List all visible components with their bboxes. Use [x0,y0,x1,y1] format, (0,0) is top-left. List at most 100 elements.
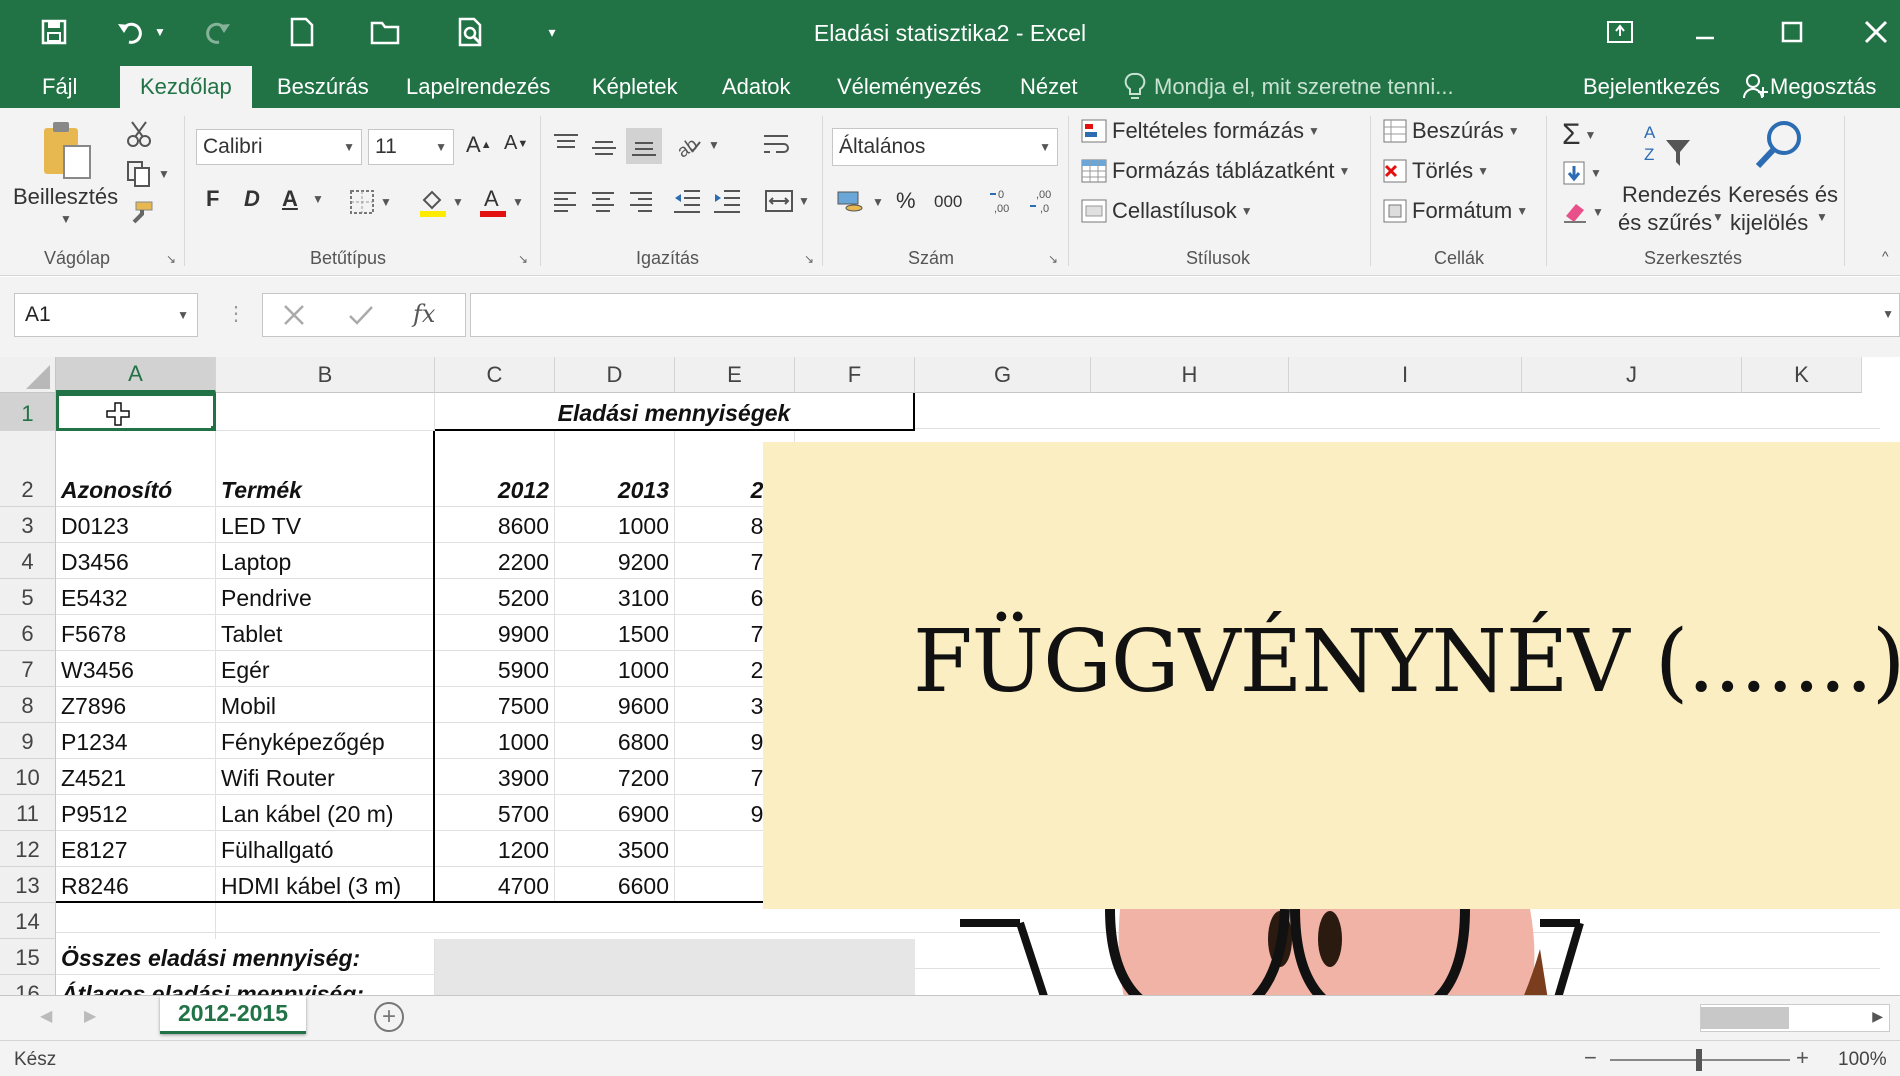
accounting-format-icon[interactable]: ▼ [836,188,884,216]
enter-icon[interactable] [347,302,375,333]
total-values-area[interactable] [435,939,915,995]
sort-filter-label-2[interactable]: és szűrés [1618,210,1712,236]
fill-color-icon[interactable]: ▼ [418,186,464,218]
tab-home[interactable]: Kezdőlap [120,66,252,108]
borders-icon[interactable]: ▼ [348,188,392,216]
find-select-label-2[interactable]: kijelölés [1730,210,1808,236]
table-cell-product[interactable]: Laptop [216,543,435,579]
column-header-A[interactable]: A [56,357,216,393]
row-header-8[interactable]: 8 [0,687,56,723]
number-format-select[interactable]: Általános ▼ [832,128,1058,166]
row-header-14[interactable]: 14 [0,903,56,939]
table-cell-c[interactable]: 3900 [435,759,555,795]
row-header-12[interactable]: 12 [0,831,56,867]
alignment-launcher-icon[interactable]: ↘ [804,252,814,266]
row-header-11[interactable]: 11 [0,795,56,831]
tab-page-layout[interactable]: Lapelrendezés [406,66,550,108]
table-cell-id[interactable]: D0123 [56,507,216,543]
table-cell-d[interactable]: 6600 [555,867,675,903]
column-header-K[interactable]: K [1742,357,1862,393]
cancel-icon[interactable] [281,302,307,333]
align-middle-icon[interactable] [590,136,618,160]
table-cell-c[interactable]: 2200 [435,543,555,579]
scrollbar-thumb[interactable] [1701,1007,1789,1029]
table-cell-id[interactable]: Z4521 [56,759,216,795]
font-size-select[interactable]: 11 ▼ [368,129,454,165]
fill-icon[interactable]: ▼ [1562,160,1602,186]
table-cell-product[interactable]: LED TV [216,507,435,543]
paste-button[interactable]: Beillesztés [13,184,118,210]
header-2012[interactable]: 2012 [435,431,555,507]
column-header-F[interactable]: F [795,357,915,393]
row-header-15[interactable]: 15 [0,939,56,975]
clipboard-launcher-icon[interactable]: ↘ [166,252,176,266]
align-right-icon[interactable] [628,190,654,212]
copy-icon[interactable]: ▼ [126,160,170,188]
zoom-level[interactable]: 100% [1838,1049,1887,1071]
table-cell-product[interactable]: HDMI kábel (3 m) [216,867,435,903]
row-header-13[interactable]: 13 [0,867,56,903]
table-cell-d[interactable]: 3100 [555,579,675,615]
table-cell-c[interactable]: 8600 [435,507,555,543]
table-cell-id[interactable]: P9512 [56,795,216,831]
table-cell-d[interactable]: 1500 [555,615,675,651]
increase-decimal-icon[interactable]: 0,00 [988,186,1018,216]
column-header-I[interactable]: I [1289,357,1522,393]
tab-data[interactable]: Adatok [722,66,791,108]
underline-dropdown-icon[interactable]: ▼ [312,192,324,206]
table-cell-d[interactable]: 1000 [555,651,675,687]
table-cell-d[interactable]: 9600 [555,687,675,723]
bold-button[interactable]: F [206,186,219,212]
next-sheet-icon[interactable]: ▶ [84,1006,96,1026]
table-cell-id[interactable]: F5678 [56,615,216,651]
column-header-C[interactable]: C [435,357,555,393]
conditional-formatting-button[interactable]: Feltételes formázás ▼ [1080,118,1320,144]
font-name-select[interactable]: Calibri ▼ [196,129,362,165]
row-header-7[interactable]: 7 [0,651,56,687]
table-cell-product[interactable]: Mobil [216,687,435,723]
paste-dropdown-icon[interactable]: ▼ [60,212,72,226]
tell-me-input[interactable]: Mondja el, mit szeretne tenni... [1154,66,1454,108]
font-launcher-icon[interactable]: ↘ [518,252,528,266]
thousands-separator-button[interactable]: 000 [934,192,962,212]
row-header-6[interactable]: 6 [0,615,56,651]
decrease-font-icon[interactable]: A ▼ [504,132,528,155]
horizontal-scrollbar[interactable]: ▶ [1700,1004,1890,1032]
row-header-2[interactable]: 2 [0,431,56,507]
zoom-slider-thumb[interactable] [1696,1049,1702,1071]
column-header-E[interactable]: E [675,357,795,393]
cell-B1[interactable] [216,393,435,431]
cut-icon[interactable] [126,120,152,148]
table-cell-d[interactable]: 3500 [555,831,675,867]
sheet-tab-2012-2015[interactable]: 2012-2015 [160,996,306,1034]
table-cell-c[interactable]: 7500 [435,687,555,723]
table-cell-id[interactable]: W3456 [56,651,216,687]
row-header-3[interactable]: 3 [0,507,56,543]
table-cell-c[interactable]: 1000 [435,723,555,759]
sort-filter-label-1[interactable]: Rendezés [1622,182,1721,208]
table-cell-product[interactable]: Wifi Router [216,759,435,795]
table-cell-product[interactable]: Lan kábel (20 m) [216,795,435,831]
insert-function-button[interactable]: fx [413,300,435,328]
column-header-J[interactable]: J [1522,357,1742,393]
tab-formulas[interactable]: Képletek [592,66,678,108]
header-2013[interactable]: 2013 [555,431,675,507]
table-cell-c[interactable]: 5200 [435,579,555,615]
zoom-out-icon[interactable]: − [1584,1045,1597,1071]
row-header-5[interactable]: 5 [0,579,56,615]
row-header-10[interactable]: 10 [0,759,56,795]
find-dropdown-icon[interactable]: ▼ [1816,210,1828,224]
table-cell-product[interactable]: Fülhallgató [216,831,435,867]
select-all-corner[interactable] [0,357,56,393]
clear-icon[interactable]: ▼ [1562,200,1604,224]
sort-dropdown-icon[interactable]: ▼ [1712,210,1724,224]
scroll-right-icon[interactable]: ▶ [1872,1008,1883,1025]
table-cell-c[interactable]: 9900 [435,615,555,651]
orientation-icon[interactable]: ab ▼ [674,132,720,158]
zoom-in-icon[interactable]: + [1796,1045,1809,1071]
tab-insert[interactable]: Beszúrás [277,66,369,108]
align-bottom-icon[interactable] [626,128,662,164]
decrease-decimal-icon[interactable]: ,00,0 [1028,186,1058,216]
maximize-icon[interactable] [1762,10,1822,54]
table-cell-id[interactable]: P1234 [56,723,216,759]
